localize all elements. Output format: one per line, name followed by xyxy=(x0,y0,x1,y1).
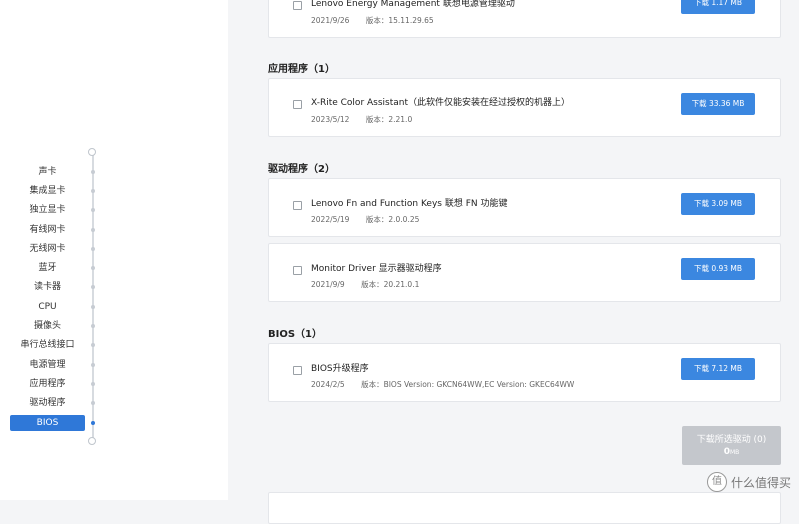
sidebar-item-discrete-gpu[interactable]: 独立显卡 xyxy=(10,202,85,218)
item-date: 2023/5/12 xyxy=(311,115,350,124)
sidebar: 声卡 集成显卡 独立显卡 有线网卡 无线网卡 蓝牙 读卡器 CPU 摄像头 串行… xyxy=(0,0,228,500)
download-button[interactable]: 下载 33.36 MB xyxy=(681,93,755,115)
select-checkbox[interactable] xyxy=(293,100,302,109)
sidebar-item-card-reader[interactable]: 读卡器 xyxy=(10,279,85,295)
section-title-applications: 应用程序（1） xyxy=(268,64,335,75)
item-meta: 2023/5/12 版本：2.21.0 xyxy=(311,114,412,125)
timeline-dot xyxy=(91,208,95,212)
item-meta: 2021/9/9 版本：20.21.0.1 xyxy=(311,279,419,290)
item-title: Lenovo Fn and Function Keys 联想 FN 功能键 xyxy=(311,199,508,209)
sidebar-item-applications[interactable]: 应用程序 xyxy=(10,376,85,392)
item-title: Monitor Driver 显示器驱动程序 xyxy=(311,264,442,274)
download-button[interactable]: 下载 1.17 MB xyxy=(681,0,755,14)
download-button[interactable]: 下载 0.93 MB xyxy=(681,258,755,280)
item-version: 版本：BIOS Version: GKCN64WW,EC Version: GK… xyxy=(361,380,575,389)
select-checkbox[interactable] xyxy=(293,201,302,210)
sidebar-item-drivers[interactable]: 驱动程序 xyxy=(10,395,85,411)
driver-card-partial xyxy=(268,492,781,524)
timeline-dot xyxy=(91,343,95,347)
select-checkbox[interactable] xyxy=(293,266,302,275)
sidebar-item-serial-bus[interactable]: 串行总线接口 xyxy=(10,337,85,353)
driver-card: Lenovo Fn and Function Keys 联想 FN 功能键 20… xyxy=(268,178,781,237)
timeline-dot xyxy=(91,247,95,251)
timeline-dot xyxy=(91,189,95,193)
timeline-dot-active xyxy=(91,421,95,425)
timeline-dot xyxy=(91,228,95,232)
download-button[interactable]: 下载 3.09 MB xyxy=(681,193,755,215)
driver-card: X-Rite Color Assistant（此软件仅能安装在经过授权的机器上）… xyxy=(268,78,781,137)
timeline-dot xyxy=(91,170,95,174)
download-selected-label: 下载所选驱动 (0) xyxy=(696,435,767,445)
watermark-text: 什么值得买 xyxy=(730,475,791,490)
item-meta: 2022/5/19 版本：2.0.0.25 xyxy=(311,214,419,225)
sidebar-item-cpu[interactable]: CPU xyxy=(10,299,85,315)
item-title: BIOS升级程序 xyxy=(311,364,369,374)
driver-card: Monitor Driver 显示器驱动程序 2021/9/9 版本：20.21… xyxy=(268,243,781,302)
watermark-logo-icon: 值 xyxy=(706,472,727,492)
item-date: 2021/9/9 xyxy=(311,280,345,289)
driver-card: BIOS升级程序 2024/2/5 版本：BIOS Version: GKCN6… xyxy=(268,343,781,402)
section-title-bios: BIOS（1） xyxy=(268,329,323,340)
item-version: 版本：15.11.29.65 xyxy=(365,16,434,25)
timeline-dot xyxy=(91,363,95,367)
sidebar-item-camera[interactable]: 摄像头 xyxy=(10,318,85,334)
download-button[interactable]: 下载 7.12 MB xyxy=(681,358,755,380)
select-checkbox[interactable] xyxy=(293,1,302,10)
item-title: X-Rite Color Assistant（此软件仅能安装在经过授权的机器上） xyxy=(311,98,571,108)
download-selected-size: 0MB xyxy=(723,447,740,457)
timeline-dot xyxy=(91,324,95,328)
sidebar-item-wired-nic[interactable]: 有线网卡 xyxy=(10,222,85,238)
download-selected-button[interactable]: 下载所选驱动 (0) 0MB xyxy=(682,426,781,465)
timeline-dot xyxy=(91,382,95,386)
item-version: 版本：20.21.0.1 xyxy=(361,280,420,289)
sidebar-item-integrated-gpu[interactable]: 集成显卡 xyxy=(10,183,85,199)
item-version: 版本：2.21.0 xyxy=(365,115,413,124)
timeline-start-node xyxy=(88,148,96,156)
sidebar-item-bluetooth[interactable]: 蓝牙 xyxy=(10,260,85,276)
timeline-dot xyxy=(91,401,95,405)
timeline-end-node xyxy=(88,437,96,445)
timeline-dot xyxy=(91,305,95,309)
section-title-drivers: 驱动程序（2） xyxy=(268,164,335,175)
item-date: 2022/5/19 xyxy=(311,215,350,224)
select-checkbox[interactable] xyxy=(293,366,302,375)
sidebar-item-bios[interactable]: BIOS xyxy=(10,415,85,431)
item-meta: 2021/9/26 版本：15.11.29.65 xyxy=(311,15,434,26)
sidebar-item-wireless-nic[interactable]: 无线网卡 xyxy=(10,241,85,257)
timeline-dot xyxy=(91,266,95,270)
watermark: 值 什么值得买 xyxy=(706,472,791,492)
sidebar-item-power-management[interactable]: 电源管理 xyxy=(10,357,85,373)
main-content: Lenovo Energy Management 联想电源管理驱动 2021/9… xyxy=(228,0,799,524)
timeline-line xyxy=(92,152,94,442)
item-version: 版本：2.0.0.25 xyxy=(365,215,420,224)
sidebar-item-sound-card[interactable]: 声卡 xyxy=(10,164,85,180)
item-date: 2024/2/5 xyxy=(311,380,345,389)
timeline-dot xyxy=(91,285,95,289)
driver-card: Lenovo Energy Management 联想电源管理驱动 2021/9… xyxy=(268,0,781,38)
item-title: Lenovo Energy Management 联想电源管理驱动 xyxy=(311,0,515,9)
item-meta: 2024/2/5 版本：BIOS Version: GKCN64WW,EC Ve… xyxy=(311,379,574,390)
item-date: 2021/9/26 xyxy=(311,16,350,25)
